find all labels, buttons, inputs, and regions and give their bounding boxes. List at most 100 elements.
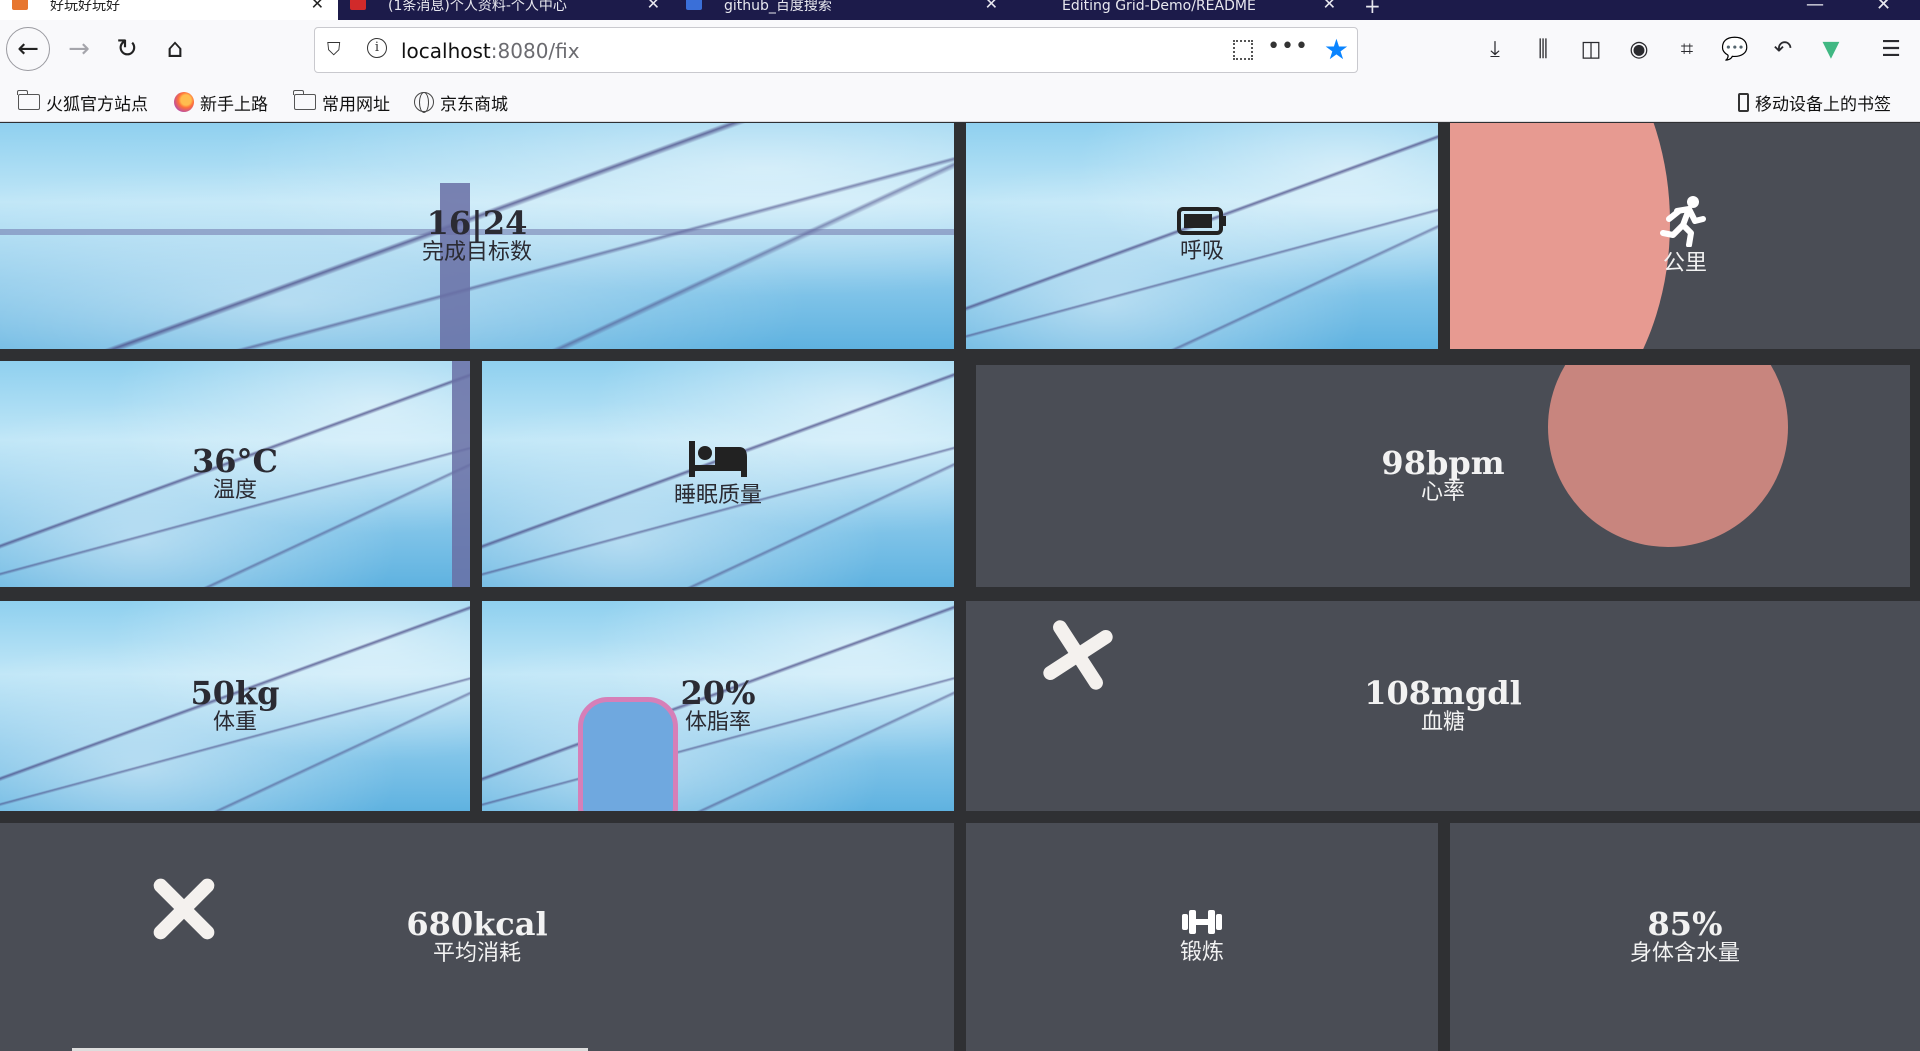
forward-button[interactable]: →: [58, 28, 100, 70]
tab-label: Editing Grid-Demo/README: [1062, 0, 1256, 14]
tab-0[interactable]: 好玩好玩好 ✕: [0, 0, 338, 20]
tab-3[interactable]: Editing Grid-Demo/README ✕: [1012, 0, 1350, 20]
qr-code-icon[interactable]: [1233, 40, 1253, 60]
mobile-icon: [1738, 92, 1749, 112]
tile-km[interactable]: 公里: [1450, 123, 1920, 349]
sugar-label: 血糖: [1420, 710, 1465, 735]
pink-circle-decoration: [1450, 123, 1670, 349]
goal-label: 完成目标数: [421, 240, 532, 265]
bookmarks-bar: 火狐官方站点 新手上路 常用网址 京东商城 移动设备上的书签: [0, 82, 1920, 122]
url-path: :8080/fix: [490, 39, 580, 63]
tab-strip: 好玩好玩好 ✕ (1条消息)个人资料-个人中心 ✕ github_百度搜索 ✕ …: [0, 0, 1920, 20]
screenshot-icon[interactable]: ⌗: [1670, 32, 1704, 66]
new-tab-icon[interactable]: +: [1364, 0, 1381, 18]
tile-temp[interactable]: 36°C 温度: [0, 361, 470, 587]
close-icon[interactable]: ✕: [1323, 0, 1336, 12]
tile-water[interactable]: 85% 身体含水量: [1450, 823, 1920, 1051]
navigation-bar: ← → ↻ ⌂ ⛉ i localhost:8080/fix ••• ★ ⤓ ⫼…: [0, 20, 1920, 82]
cross-decoration: [1031, 608, 1126, 703]
bookmark-item[interactable]: 新手上路: [174, 90, 268, 115]
bookmark-label: 移动设备上的书签: [1755, 94, 1891, 115]
heart-value: 98bpm: [1381, 444, 1505, 482]
tile-fat[interactable]: 20% 体脂率: [482, 601, 954, 811]
dashboard-grid: 16|24 完成目标数 呼吸 公里 36°C 温度 睡眠质量 98bpm 心率 …: [0, 123, 1920, 1051]
close-icon[interactable]: ✕: [647, 0, 660, 12]
pink-circle-decoration: [1548, 365, 1788, 547]
tile-heart[interactable]: 98bpm 心率: [976, 365, 1910, 587]
tile-breath[interactable]: 呼吸: [966, 123, 1438, 349]
battery-icon: [1177, 207, 1226, 235]
tile-exercise[interactable]: 锻炼: [966, 823, 1438, 1051]
tile-weight[interactable]: 50kg 体重: [0, 601, 470, 811]
tile-goal[interactable]: 16|24 完成目标数: [0, 123, 954, 349]
bookmark-label: 京东商城: [440, 94, 508, 115]
back-button[interactable]: ←: [6, 27, 50, 71]
mobile-bookmarks[interactable]: 移动设备上的书签: [1738, 90, 1891, 115]
more-icon[interactable]: •••: [1267, 34, 1309, 59]
train-decoration: [578, 697, 678, 811]
bookmark-star-icon[interactable]: ★: [1324, 33, 1349, 66]
folder-icon: [17, 90, 40, 110]
reload-icon: ↻: [116, 34, 138, 64]
bookmark-label: 新手上路: [200, 94, 268, 115]
dumbbell-icon: [1182, 910, 1222, 934]
url-host: localhost: [401, 39, 491, 63]
sidebar-icon[interactable]: ◫: [1574, 32, 1608, 66]
tile-sugar[interactable]: 108mgdl 血糖: [966, 601, 1920, 811]
shield-icon[interactable]: ⛉: [327, 39, 341, 60]
water-label: 身体含水量: [1629, 941, 1740, 966]
bookmark-item[interactable]: 常用网址: [293, 90, 390, 115]
tab-favicon-icon: [12, 0, 28, 10]
kcal-value: 680kcal: [406, 905, 548, 943]
reload-button[interactable]: ↻: [106, 28, 148, 70]
info-icon[interactable]: i: [367, 38, 387, 58]
bookmark-label: 火狐官方站点: [46, 94, 148, 115]
home-icon: ⌂: [166, 34, 184, 64]
exercise-label: 锻炼: [1179, 940, 1224, 965]
tab-label: 好玩好玩好: [50, 0, 120, 14]
kcal-label: 平均消耗: [432, 941, 521, 966]
home-button[interactable]: ⌂: [154, 28, 196, 70]
tab-label: github_百度搜索: [724, 0, 832, 14]
weight-label: 体重: [212, 710, 257, 735]
globe-icon: [414, 92, 434, 113]
pole-decoration: [452, 361, 470, 587]
address-bar[interactable]: ⛉ i localhost:8080/fix ••• ★: [314, 27, 1358, 73]
bookmark-item[interactable]: 火狐官方站点: [17, 90, 148, 115]
bed-icon: [689, 441, 747, 477]
firefox-icon: [174, 92, 194, 112]
window-close-icon[interactable]: ✕: [1876, 0, 1891, 15]
tile-kcal[interactable]: 680kcal 平均消耗: [0, 823, 954, 1051]
running-icon: [1660, 196, 1706, 247]
sleep-label: 睡眠质量: [673, 483, 762, 508]
heart-label: 心率: [1420, 480, 1465, 505]
sugar-value: 108mgdl: [1364, 674, 1522, 712]
close-icon[interactable]: ✕: [985, 0, 998, 12]
water-value: 85%: [1647, 905, 1723, 943]
tab-2[interactable]: github_百度搜索 ✕: [674, 0, 1012, 20]
vue-devtools-icon[interactable]: ▼: [1814, 32, 1848, 66]
tab-label: (1条消息)个人资料-个人中心: [388, 0, 567, 14]
tile-sleep[interactable]: 睡眠质量: [482, 361, 954, 587]
undo-icon[interactable]: ↶: [1766, 32, 1800, 66]
arrow-left-icon: ←: [17, 34, 39, 64]
account-icon[interactable]: ◉: [1622, 32, 1656, 66]
url-text[interactable]: localhost:8080/fix: [401, 39, 580, 63]
bookmark-item[interactable]: 京东商城: [414, 90, 508, 115]
arrow-right-icon: →: [68, 34, 90, 64]
close-icon[interactable]: ✕: [311, 0, 324, 12]
folder-icon: [293, 90, 316, 110]
menu-icon[interactable]: ☰: [1874, 32, 1908, 66]
weight-value: 50kg: [190, 674, 280, 712]
tab-favicon-icon: [686, 0, 702, 10]
fat-value: 20%: [680, 674, 756, 712]
km-label: 公里: [1662, 251, 1707, 276]
temp-label: 温度: [212, 478, 257, 503]
tab-1[interactable]: (1条消息)个人资料-个人中心 ✕: [338, 0, 674, 20]
goal-value: 16|24: [426, 204, 528, 242]
minimize-icon[interactable]: —: [1806, 0, 1824, 15]
library-icon[interactable]: ⫼: [1526, 32, 1560, 66]
chat-icon[interactable]: 💬: [1718, 32, 1752, 66]
download-icon[interactable]: ⤓: [1478, 32, 1512, 66]
breath-label: 呼吸: [1179, 239, 1224, 264]
